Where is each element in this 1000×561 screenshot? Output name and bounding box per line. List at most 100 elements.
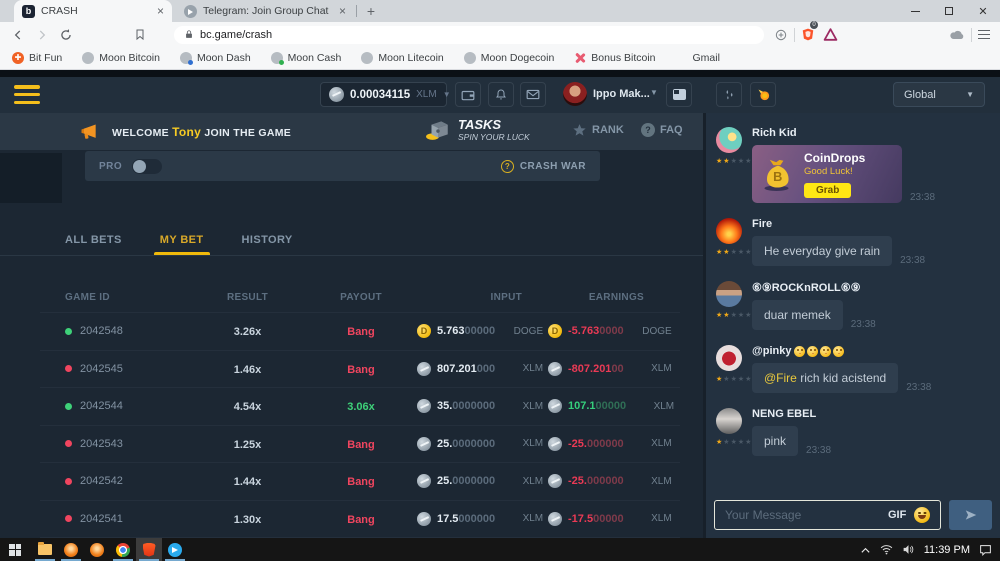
back-button[interactable] xyxy=(6,25,30,45)
send-button[interactable] xyxy=(949,500,992,530)
coindrop-button[interactable] xyxy=(750,82,776,107)
chat-message: ★★★★★ NENG EBEL pink 23:38 xyxy=(716,408,992,456)
avatar[interactable] xyxy=(716,281,742,307)
username[interactable]: Ippo Mak... xyxy=(593,88,650,100)
avatar[interactable] xyxy=(716,345,742,371)
chat-input-box[interactable]: GIF xyxy=(714,500,941,530)
new-tab-button[interactable]: + xyxy=(362,2,380,20)
mention[interactable]: @Fire xyxy=(764,371,797,385)
avatar[interactable] xyxy=(716,127,742,153)
chat-input[interactable] xyxy=(725,508,880,522)
bookmark-item[interactable]: Bonus Bitcoin xyxy=(574,52,655,64)
rain-button[interactable] xyxy=(716,82,742,107)
crash-war-button[interactable]: ? CRASH WAR xyxy=(501,160,586,173)
bookmark-item[interactable]: Moon Dogecoin xyxy=(464,52,555,64)
grab-button[interactable]: Grab xyxy=(804,183,851,198)
tab-my-bet[interactable]: MY BET xyxy=(160,225,204,255)
taskbar-item-explorer[interactable] xyxy=(32,538,58,561)
bookmark-favicon xyxy=(464,52,476,64)
tasks-banner[interactable]: TASKS SPIN YOUR LUCK xyxy=(425,116,530,142)
input-currency: XLM xyxy=(501,438,543,449)
volume-icon[interactable] xyxy=(902,544,915,555)
avatar[interactable] xyxy=(716,408,742,434)
input-currency: XLM xyxy=(501,401,543,412)
input-amount: 807.201000 xyxy=(437,363,495,375)
username[interactable]: NENG EBEL xyxy=(752,408,831,420)
balance-display[interactable]: 0.00034115 XLM ▼ xyxy=(320,82,447,107)
earnings-currency: XLM xyxy=(630,476,672,487)
message-bubble: duar memek xyxy=(752,300,843,330)
emoji-button[interactable] xyxy=(914,507,930,523)
tab-history[interactable]: HISTORY xyxy=(242,225,293,255)
bookmark-item[interactable]: Gmail xyxy=(676,52,720,64)
brave-shield-icon[interactable]: 0 xyxy=(801,25,815,45)
messages-button[interactable] xyxy=(520,82,546,107)
address-bar[interactable]: bc.game/crash xyxy=(174,26,764,44)
username[interactable]: ⑥⑨ROCKnROLL⑥⑨ xyxy=(752,281,876,294)
close-button[interactable]: ✕ xyxy=(966,0,1000,22)
input-amount: 35.0000000 xyxy=(437,400,495,412)
message-bubble: pink xyxy=(752,426,798,456)
earnings-amount: -17.500000 xyxy=(568,513,624,525)
coindrops-card[interactable]: B CoinDrops Good Luck! Grab xyxy=(752,145,902,203)
earnings-amount: -807.20100 xyxy=(568,363,624,375)
gif-button[interactable]: GIF xyxy=(888,509,906,521)
rank-label: RANK xyxy=(592,124,624,136)
main-panel: WELCOME Tony JOIN THE GAME TASKS SPIN YO… xyxy=(0,113,703,538)
bookmark-item[interactable]: Moon Bitcoin xyxy=(82,52,160,64)
tab-crash[interactable]: b CRASH × xyxy=(14,0,172,22)
pro-toggle[interactable] xyxy=(132,159,162,174)
input-currency: XLM xyxy=(501,476,543,487)
coin-icon xyxy=(417,512,431,526)
rank-button[interactable]: RANK xyxy=(572,123,624,137)
game-id: 2042542 xyxy=(80,475,123,487)
chat-channel-select[interactable]: Global ▼ xyxy=(893,82,985,107)
maximize-button[interactable] xyxy=(932,0,966,22)
browser-menu-button[interactable] xyxy=(978,25,990,45)
folder-icon xyxy=(38,544,52,555)
action-center-icon[interactable] xyxy=(979,544,992,556)
chat-message: ★★★★★ ⑥⑨ROCKnROLL⑥⑨ duar memek 23:38 xyxy=(716,281,992,330)
question-icon: ? xyxy=(641,123,655,137)
user-avatar[interactable] xyxy=(563,82,587,106)
earnings-currency: XLM xyxy=(630,438,672,449)
sync-cloud-icon[interactable] xyxy=(949,25,965,45)
notifications-button[interactable] xyxy=(488,82,514,107)
reload-button[interactable] xyxy=(54,25,78,45)
taskbar-item-app-1[interactable] xyxy=(58,538,84,561)
bookmark-flag-icon[interactable] xyxy=(128,25,152,45)
bookmark-item[interactable]: Bit Fun xyxy=(12,52,62,64)
extension-triangle-icon[interactable] xyxy=(823,25,838,45)
forward-button[interactable] xyxy=(30,25,54,45)
bookmark-item[interactable]: Moon Dash xyxy=(180,52,251,64)
chevron-down-icon[interactable]: ▼ xyxy=(650,88,658,97)
bookmark-item[interactable]: Moon Cash xyxy=(271,52,342,64)
avatar[interactable] xyxy=(716,218,742,244)
chevron-down-icon[interactable]: ▼ xyxy=(443,90,451,99)
taskbar-item-brave[interactable] xyxy=(136,538,162,561)
tab-telegram[interactable]: Telegram: Join Group Chat × xyxy=(176,0,354,22)
taskbar-item-chrome[interactable] xyxy=(110,538,136,561)
bookmark-item[interactable]: Moon Litecoin xyxy=(361,52,443,64)
username[interactable]: Rich Kid xyxy=(752,127,935,139)
taskbar-item-app-2[interactable] xyxy=(84,538,110,561)
minimize-button[interactable] xyxy=(898,0,932,22)
taskbar-clock[interactable]: 11:39 PM xyxy=(924,544,970,556)
username[interactable]: @pinky xyxy=(752,345,931,357)
tab-separator xyxy=(356,5,357,17)
wifi-icon[interactable] xyxy=(880,544,893,555)
tab-all-bets[interactable]: ALL BETS xyxy=(65,225,122,255)
tray-expand-icon[interactable] xyxy=(860,546,871,554)
taskbar-item-telegram[interactable] xyxy=(162,538,188,561)
username[interactable]: Fire xyxy=(752,218,925,230)
tab-close-icon[interactable]: × xyxy=(339,4,346,18)
target-plus-icon[interactable] xyxy=(774,25,788,45)
start-button[interactable] xyxy=(2,538,28,561)
faq-button[interactable]: ? FAQ xyxy=(641,123,683,137)
site-menu-button[interactable] xyxy=(14,85,40,104)
chat-toggle-button[interactable] xyxy=(666,82,692,107)
coin-icon xyxy=(417,437,431,451)
tab-close-icon[interactable]: × xyxy=(157,4,164,18)
bookmark-favicon xyxy=(676,52,688,64)
wallet-button[interactable] xyxy=(455,82,481,107)
